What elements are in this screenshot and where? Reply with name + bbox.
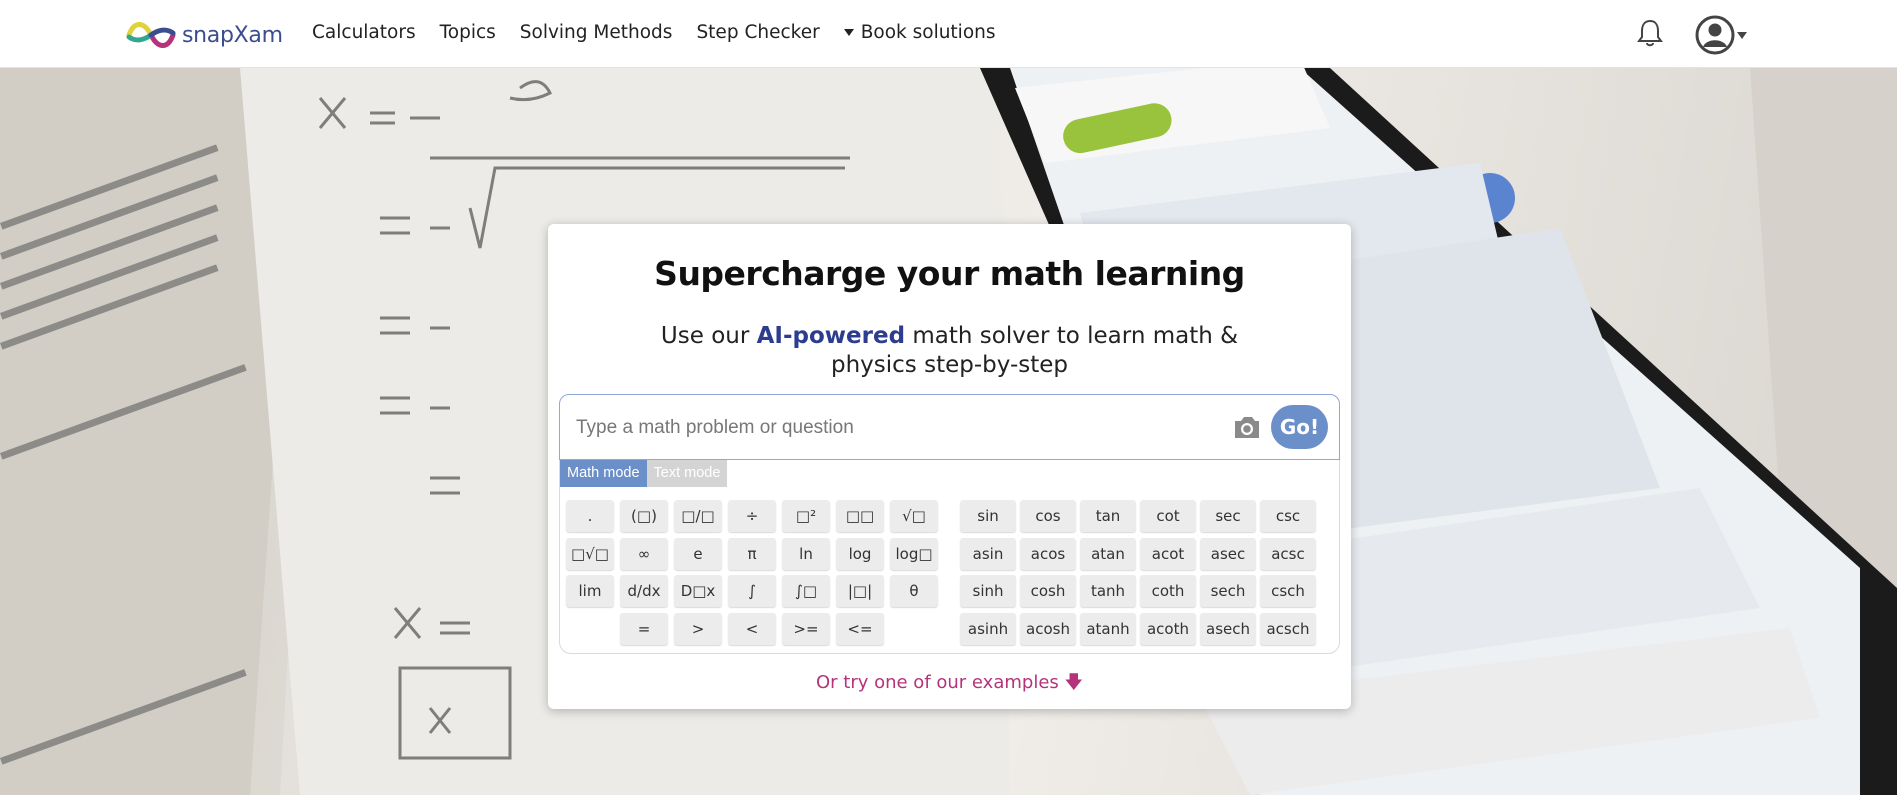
key-button[interactable]: ∞ [620, 537, 668, 570]
key-button[interactable]: ln [782, 537, 830, 570]
user-menu[interactable] [1695, 15, 1747, 55]
key-button[interactable]: □/□ [674, 500, 722, 532]
key-button[interactable]: >= [782, 612, 830, 645]
key-button[interactable]: sec [1200, 500, 1256, 532]
key-button[interactable]: log□ [890, 537, 938, 570]
key-button[interactable]: e [674, 537, 722, 570]
examples-link[interactable]: Or try one of our examples 🡇 [548, 670, 1351, 700]
key-button[interactable]: √□ [890, 500, 938, 532]
logo-text: snapXam [182, 22, 283, 48]
key-button[interactable]: acoth [1140, 612, 1196, 645]
hero-title: Supercharge your math learning [654, 254, 1245, 293]
top-navbar: snapXam Calculators Topics Solving Metho… [0, 0, 1897, 68]
key-button[interactable]: θ [890, 575, 938, 607]
examples-link-label: Or try one of our examples [815, 672, 1059, 693]
nav-book-solutions-label: Book solutions [860, 22, 996, 43]
key-button[interactable]: acosh [1020, 612, 1076, 645]
key-button[interactable]: acsc [1260, 537, 1316, 570]
key-button[interactable]: D□x [674, 575, 722, 607]
key-button[interactable]: = [620, 612, 668, 645]
bell-icon[interactable] [1636, 18, 1664, 48]
mode-tabs: Math mode Text mode [560, 460, 728, 487]
key-button[interactable]: acot [1140, 537, 1196, 570]
key-button[interactable]: ÷ [728, 500, 776, 532]
key-button[interactable]: (□) [620, 500, 668, 532]
hero-subtitle: Use our AI-powered math solver to learn … [648, 322, 1251, 380]
nav-solving-methods[interactable]: Solving Methods [520, 22, 673, 43]
key-button[interactable]: ∫ [728, 575, 776, 607]
key-button[interactable]: tan [1080, 500, 1136, 532]
key-button[interactable]: > [674, 612, 722, 645]
nav-calculators[interactable]: Calculators [312, 22, 416, 43]
key-button[interactable]: sin [960, 500, 1016, 532]
math-keyboard: Math mode Text mode . (□) □/□ ÷ □² □□ √□ □√□ ∞ e π… [559, 460, 1340, 654]
key-button[interactable]: cosh [1020, 575, 1076, 607]
key-button[interactable]: log [836, 537, 884, 570]
caret-down-icon [843, 29, 854, 36]
key-button[interactable]: acos [1020, 537, 1076, 570]
key-button[interactable]: atan [1080, 537, 1136, 570]
key-button[interactable]: π [728, 537, 776, 570]
key-button[interactable]: sinh [960, 575, 1016, 607]
key-button[interactable]: tanh [1080, 575, 1136, 607]
key-button[interactable]: ∫□ [782, 575, 830, 607]
ai-powered-text: AI-powered [756, 323, 906, 349]
nav-topics[interactable]: Topics [440, 22, 496, 43]
tab-math-mode[interactable]: Math mode [560, 460, 647, 487]
key-button[interactable]: < [728, 612, 776, 645]
nav-book-solutions[interactable]: Book solutions [843, 22, 996, 43]
key-button[interactable]: |□| [836, 575, 884, 607]
key-button[interactable]: asec [1200, 537, 1256, 570]
key-button[interactable]: acsch [1260, 612, 1316, 645]
key-button[interactable]: asech [1200, 612, 1256, 645]
math-solver-card: Supercharge your math learning Use our A… [548, 224, 1351, 709]
main-nav: Calculators Topics Solving Methods Step … [312, 22, 1020, 43]
key-button[interactable]: cos [1020, 500, 1076, 532]
key-button[interactable]: □√□ [566, 537, 614, 570]
user-avatar-icon [1695, 15, 1735, 55]
key-button[interactable]: □□ [836, 500, 884, 532]
snapxam-logo[interactable]: snapXam [126, 18, 283, 52]
key-button[interactable]: <= [836, 612, 884, 645]
math-problem-input[interactable] [576, 413, 1216, 443]
key-button[interactable]: sech [1200, 575, 1256, 607]
key-button[interactable]: lim [566, 575, 614, 607]
key-button[interactable]: csc [1260, 500, 1316, 532]
key-button[interactable]: d/dx [620, 575, 668, 607]
key-button[interactable]: . [566, 500, 614, 532]
snapxam-logo-icon [126, 22, 176, 48]
nav-step-checker[interactable]: Step Checker [696, 22, 819, 43]
key-button[interactable]: cot [1140, 500, 1196, 532]
key-button[interactable]: asinh [960, 612, 1016, 645]
key-button[interactable]: coth [1140, 575, 1196, 607]
search-box: Go! [559, 394, 1340, 460]
key-button[interactable]: □² [782, 500, 830, 532]
subtitle-text: Use our [660, 323, 757, 349]
go-button[interactable]: Go! [1271, 405, 1328, 449]
camera-icon[interactable] [1232, 414, 1262, 440]
key-button[interactable]: asin [960, 537, 1016, 570]
arrow-down-icon: 🡇 [1064, 672, 1084, 693]
key-button[interactable]: atanh [1080, 612, 1136, 645]
key-button[interactable]: csch [1260, 575, 1316, 607]
tab-text-mode[interactable]: Text mode [646, 460, 728, 487]
chevron-down-icon [1737, 31, 1747, 39]
